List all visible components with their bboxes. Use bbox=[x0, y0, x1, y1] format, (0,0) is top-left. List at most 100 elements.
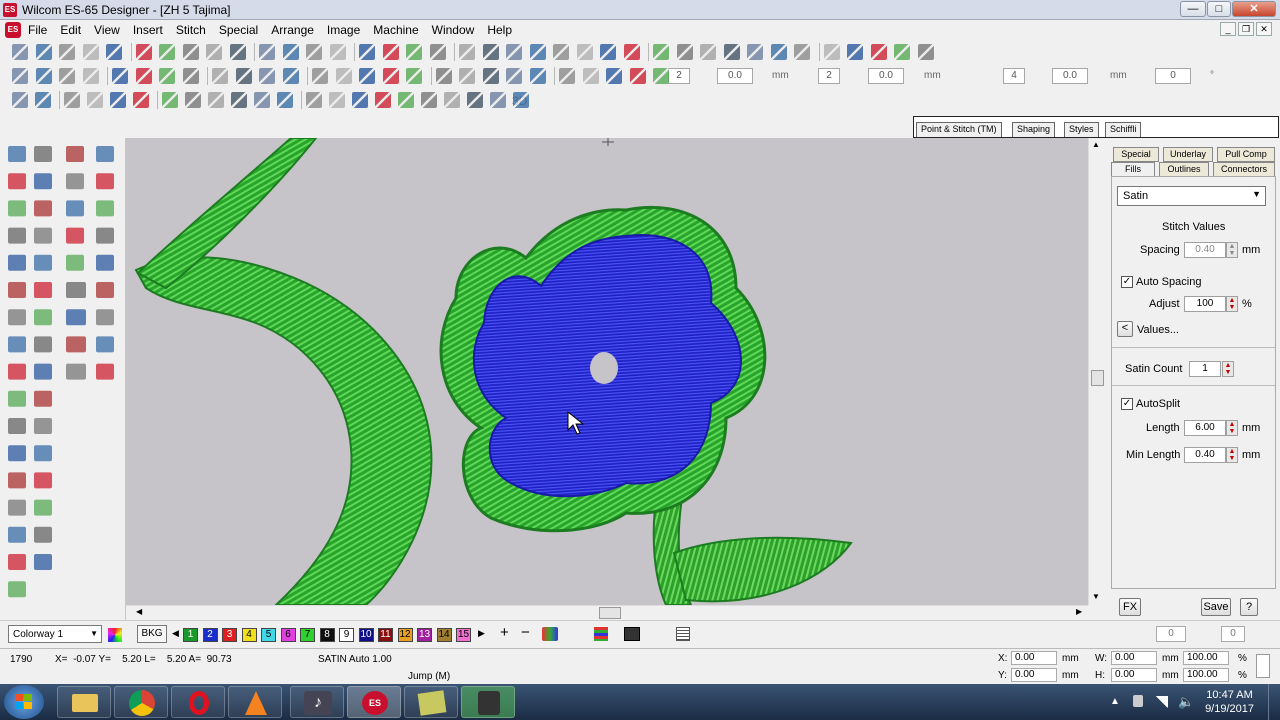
horizontal-scrollbar[interactable]: ◀ ▶ bbox=[126, 605, 1088, 620]
notes-button[interactable] bbox=[404, 686, 458, 718]
measure-icon[interactable] bbox=[582, 68, 599, 84]
color-swatch-2[interactable]: 2 bbox=[202, 628, 218, 642]
add-color-icon[interactable]: + bbox=[500, 624, 509, 641]
rotate-spinner[interactable]: 0 bbox=[1156, 626, 1186, 642]
tab-fills[interactable]: Fills bbox=[1111, 162, 1155, 177]
values-button[interactable]: Values... bbox=[1137, 324, 1179, 336]
satin-icon[interactable] bbox=[375, 92, 391, 108]
open-icon[interactable] bbox=[35, 68, 52, 84]
digitize-tool-icon[interactable] bbox=[34, 554, 52, 570]
digitize-tool-icon[interactable] bbox=[66, 227, 84, 244]
fx-button[interactable]: FX bbox=[1119, 598, 1141, 616]
tab-underlay[interactable]: Underlay bbox=[1163, 147, 1213, 162]
palette-right-icon[interactable]: ▶ bbox=[478, 628, 485, 639]
digitize-tool-icon[interactable] bbox=[66, 200, 84, 217]
lock-icon[interactable] bbox=[700, 44, 716, 60]
trace-icon[interactable] bbox=[653, 44, 669, 60]
save-icon[interactable] bbox=[894, 44, 910, 60]
print-preview-icon[interactable] bbox=[133, 92, 149, 108]
offset-spinner[interactable]: 0.0 bbox=[1052, 68, 1088, 84]
cut-icon[interactable] bbox=[185, 92, 201, 108]
menu-image[interactable]: Image bbox=[327, 21, 360, 37]
export-icon[interactable] bbox=[159, 68, 175, 84]
grid-icon[interactable] bbox=[459, 44, 475, 60]
adjust-stepper[interactable]: ▲ ▼ bbox=[1226, 296, 1238, 312]
layers-icon[interactable] bbox=[506, 68, 522, 84]
doc-minimize-button[interactable]: _ bbox=[1220, 22, 1236, 36]
undo-icon[interactable] bbox=[259, 68, 275, 84]
chrome-button[interactable] bbox=[114, 686, 168, 718]
new-icon[interactable] bbox=[847, 44, 863, 60]
lock-proportions-icon[interactable] bbox=[1256, 654, 1270, 678]
cut-icon[interactable] bbox=[182, 44, 199, 60]
h-input[interactable]: 0.00 bbox=[1111, 668, 1157, 682]
color-icon[interactable] bbox=[529, 44, 546, 60]
min-length-stepper[interactable]: ▲ ▼ bbox=[1226, 447, 1238, 463]
digitize-tool-icon[interactable] bbox=[8, 581, 26, 598]
repeat-count-2-spinner[interactable]: 2 bbox=[818, 68, 840, 84]
file-explorer-button[interactable] bbox=[57, 686, 111, 718]
remove-color-icon[interactable]: − bbox=[521, 624, 530, 641]
digitize-tool-icon[interactable] bbox=[96, 336, 114, 353]
table-icon[interactable] bbox=[482, 68, 499, 84]
digitize-tool-icon[interactable] bbox=[8, 418, 26, 434]
tatami-icon[interactable] bbox=[398, 92, 414, 108]
menu-machine[interactable]: Machine bbox=[373, 21, 418, 37]
tab-point-and-stitch[interactable]: Point & Stitch (TM) bbox=[916, 122, 1002, 137]
save-icon[interactable] bbox=[59, 44, 75, 60]
digitize-tool-icon[interactable] bbox=[8, 200, 26, 217]
threads-icon[interactable] bbox=[542, 627, 558, 641]
table-icon[interactable] bbox=[482, 44, 499, 60]
y-input[interactable]: 0.00 bbox=[1011, 668, 1057, 682]
show-desktop-button[interactable] bbox=[1268, 684, 1280, 720]
new-icon[interactable] bbox=[12, 44, 28, 60]
save-as-icon[interactable] bbox=[82, 68, 99, 84]
save-icon[interactable] bbox=[64, 92, 80, 108]
vertical-scrollbar[interactable]: ▲ ▼ bbox=[1088, 138, 1106, 605]
new-icon[interactable] bbox=[12, 92, 28, 108]
color-swatch-13[interactable]: 13 bbox=[417, 628, 432, 642]
digitize-tool-icon[interactable] bbox=[96, 173, 114, 190]
print-icon[interactable] bbox=[110, 92, 126, 108]
ruler-icon[interactable] bbox=[747, 44, 763, 60]
tab-shaping[interactable]: Shaping bbox=[1012, 122, 1056, 137]
digitize-tool-icon[interactable] bbox=[34, 363, 52, 380]
color-swatch-7[interactable]: 7 bbox=[300, 628, 315, 642]
select-icon[interactable] bbox=[676, 44, 693, 60]
digitize-tool-icon[interactable] bbox=[8, 554, 26, 570]
save-as-icon[interactable] bbox=[82, 44, 99, 60]
horizontal-scroll-thumb[interactable] bbox=[599, 607, 621, 619]
tab-pull-comp[interactable]: Pull Comp bbox=[1217, 147, 1275, 162]
opera-button[interactable] bbox=[171, 686, 225, 718]
digitize-tool-icon[interactable] bbox=[34, 173, 52, 190]
color-swatch-8[interactable]: 8 bbox=[319, 628, 335, 642]
length-input[interactable]: 6.00 bbox=[1184, 420, 1226, 436]
print-preview-icon[interactable] bbox=[135, 44, 152, 60]
menu-window[interactable]: Window bbox=[432, 21, 475, 37]
new-icon[interactable] bbox=[12, 68, 28, 84]
color-swatch-14[interactable]: 14 bbox=[436, 628, 452, 642]
save-as-icon[interactable] bbox=[917, 44, 934, 60]
color-swatch-6[interactable]: 6 bbox=[280, 628, 296, 642]
tatami-icon[interactable] bbox=[406, 44, 422, 60]
digitize-tool-icon[interactable] bbox=[8, 254, 26, 271]
doc-close-button[interactable]: ✕ bbox=[1256, 22, 1272, 36]
digitize-tool-icon[interactable] bbox=[34, 146, 52, 162]
color-swatch-10[interactable]: 10 bbox=[358, 628, 374, 642]
digitize-tool-icon[interactable] bbox=[34, 445, 52, 462]
save-icon[interactable] bbox=[59, 68, 75, 84]
tatami-icon[interactable] bbox=[406, 68, 422, 84]
redo-icon[interactable] bbox=[277, 92, 293, 108]
hoop-icon[interactable] bbox=[559, 68, 575, 84]
h-percent-input[interactable]: 100.00 bbox=[1183, 668, 1229, 682]
stitch-icon[interactable] bbox=[623, 44, 640, 60]
view-icon[interactable] bbox=[770, 44, 787, 60]
digitize-tool-icon[interactable] bbox=[34, 254, 52, 271]
outline-icon[interactable] bbox=[329, 92, 345, 108]
digitize-tool-icon[interactable] bbox=[34, 309, 52, 326]
pen-icon[interactable] bbox=[723, 44, 740, 60]
color-swatch-11[interactable]: 11 bbox=[378, 628, 393, 642]
digitize-tool-icon[interactable] bbox=[8, 146, 26, 162]
digitize-tool-icon[interactable] bbox=[8, 227, 26, 244]
digitize-tool-icon[interactable] bbox=[34, 282, 52, 298]
